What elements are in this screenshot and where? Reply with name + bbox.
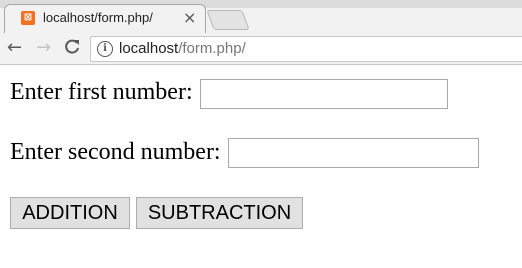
url-text: localhost/form.php/: [119, 40, 246, 57]
info-icon[interactable]: i: [97, 41, 113, 57]
page-content: Enter first number: Enter second number:…: [0, 65, 522, 268]
back-arrow-icon[interactable]: ←: [7, 38, 22, 58]
second-number-label: Enter second number:: [10, 139, 221, 165]
close-icon[interactable]: ×: [183, 8, 196, 27]
tab-strip: ⊠ localhost/form.php/ ×: [0, 0, 522, 34]
browser-tab[interactable]: ⊠ localhost/form.php/ ×: [4, 4, 206, 34]
first-number-label: Enter first number:: [10, 79, 193, 105]
addition-button[interactable]: ADDITION: [10, 197, 130, 229]
url-host: localhost: [119, 40, 179, 57]
reload-icon[interactable]: [63, 38, 81, 61]
forward-arrow-icon[interactable]: →: [36, 38, 51, 58]
url-path: /form.php/: [178, 40, 246, 57]
second-number-input[interactable]: [228, 138, 479, 168]
browser-toolbar: ← → i localhost/form.php/: [0, 33, 522, 65]
first-number-input[interactable]: [200, 79, 448, 109]
xampp-icon: ⊠: [21, 11, 35, 25]
tab-title: localhost/form.php/: [43, 10, 153, 25]
subtraction-button[interactable]: SUBTRACTION: [136, 197, 303, 229]
address-bar[interactable]: i localhost/form.php/: [90, 36, 522, 62]
reload-icon-svg: [65, 39, 79, 54]
new-tab-button[interactable]: [206, 10, 250, 30]
